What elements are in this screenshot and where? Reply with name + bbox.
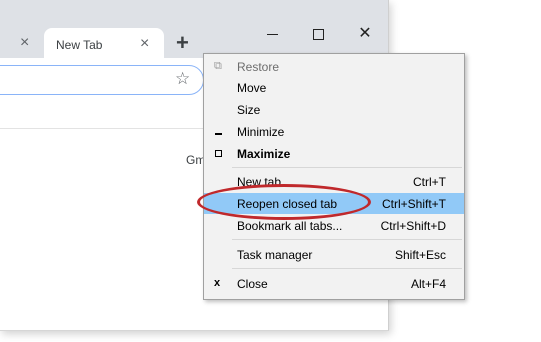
tab-previous[interactable]: ×	[0, 28, 44, 58]
menu-item-label: Minimize	[237, 125, 285, 139]
maximize-icon	[214, 147, 226, 159]
bookmark-star-icon[interactable]: ☆	[175, 69, 190, 89]
menu-item-label: Bookmark all tabs...	[237, 219, 343, 233]
menu-separator	[232, 268, 462, 269]
menu-item-label: Task manager	[237, 248, 313, 262]
menu-item-reopen-closed-tab[interactable]: Reopen closed tab Ctrl+Shift+T	[204, 193, 464, 214]
menu-item-label: Size	[237, 103, 261, 117]
menu-item-shortcut: Ctrl+Shift+T	[381, 197, 446, 211]
menu-item-task-manager[interactable]: Task manager Shift+Esc	[204, 244, 464, 265]
window-context-menu: ⧉ Restore Move Size Minimize Maximize Ne…	[203, 53, 465, 300]
menu-item-restore[interactable]: ⧉ Restore	[204, 56, 464, 77]
menu-item-shortcut: Ctrl+Shift+D	[380, 219, 446, 233]
menu-item-label: Close	[237, 277, 268, 291]
menu-item-label: Move	[237, 81, 267, 95]
menu-item-move[interactable]: Move	[204, 77, 464, 98]
menu-item-shortcut: Ctrl+T	[413, 175, 446, 189]
menu-item-close[interactable]: x Close Alt+F4	[204, 273, 464, 294]
title-bar: × New Tab × + ✕	[0, 0, 388, 60]
menu-item-shortcut: Alt+F4	[410, 277, 446, 291]
restore-icon: ⧉	[214, 60, 222, 72]
menu-item-shortcut: Shift+Esc	[394, 248, 446, 262]
menu-item-size[interactable]: Size	[204, 99, 464, 120]
minimize-icon	[214, 125, 226, 137]
new-tab-button[interactable]: +	[176, 32, 189, 54]
maximize-button[interactable]	[296, 22, 342, 46]
tab-close-icon[interactable]: ×	[20, 34, 29, 52]
menu-item-minimize[interactable]: Minimize	[204, 121, 464, 142]
close-icon: x	[214, 277, 221, 289]
menu-item-maximize[interactable]: Maximize	[204, 143, 464, 164]
menu-item-label: Reopen closed tab	[237, 197, 338, 211]
close-window-button[interactable]: ✕	[342, 22, 388, 46]
menu-separator	[232, 167, 462, 168]
menu-item-bookmark-all-tabs[interactable]: Bookmark all tabs... Ctrl+Shift+D	[204, 215, 464, 236]
address-bar[interactable]	[0, 65, 204, 95]
tab-close-icon[interactable]: ×	[140, 35, 149, 53]
menu-item-new-tab[interactable]: New tab Ctrl+T	[204, 171, 464, 192]
tab-new-tab[interactable]: New Tab ×	[44, 28, 164, 60]
menu-item-label: New tab	[237, 175, 282, 189]
menu-item-label: Maximize	[237, 147, 291, 161]
menu-separator	[232, 239, 462, 240]
minimize-button[interactable]	[250, 22, 296, 46]
menu-item-label: Restore	[237, 60, 280, 74]
tab-title: New Tab	[56, 38, 103, 52]
